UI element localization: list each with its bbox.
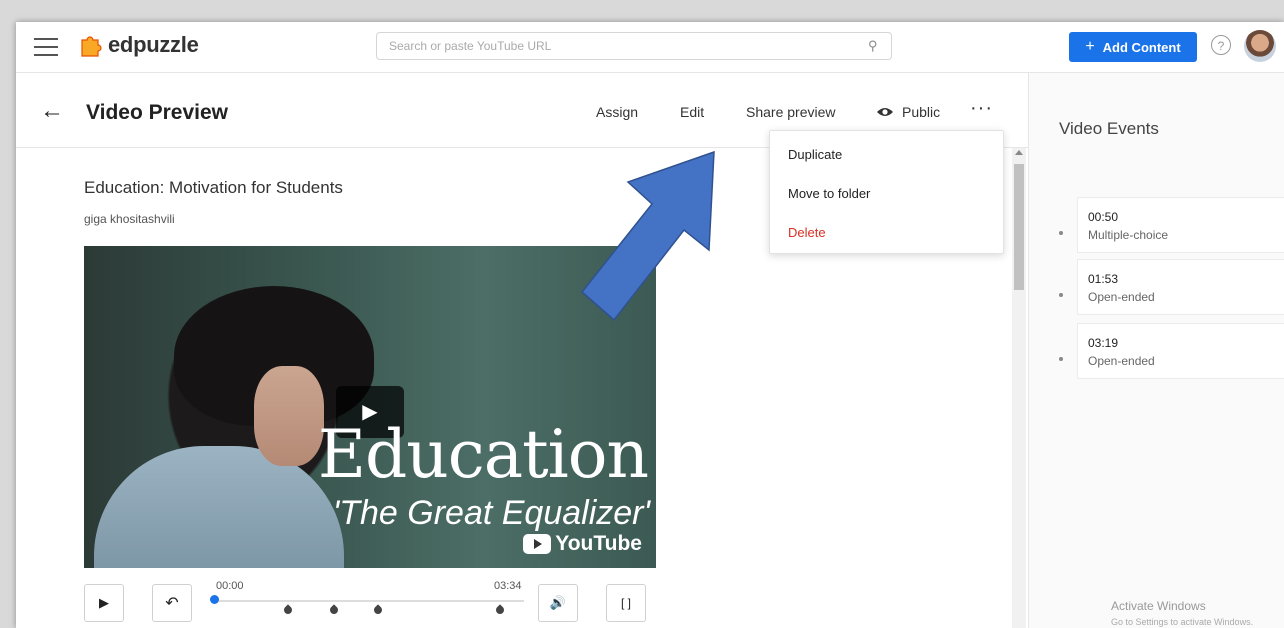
scrollbar-thumb[interactable] xyxy=(1014,164,1024,290)
video-player[interactable]: ▶ Education 'The Great Equalizer' YouTub… xyxy=(84,246,656,568)
add-content-button[interactable]: + Add Content xyxy=(1069,32,1197,62)
event-time: 00:50 xyxy=(1088,210,1119,224)
more-options-menu: Duplicate Move to folder Delete xyxy=(769,130,1004,254)
public-button[interactable]: Public xyxy=(902,104,940,120)
progress-track[interactable] xyxy=(212,600,524,602)
volume-button[interactable]: 🔊 xyxy=(538,584,578,622)
current-time: 00:00 xyxy=(216,580,244,592)
question-marker[interactable] xyxy=(372,604,384,616)
event-item[interactable]: 03:19 Open-ended xyxy=(1077,323,1284,379)
eye-icon xyxy=(877,108,893,116)
video-overlay-subtitle: 'The Great Equalizer' xyxy=(332,494,650,532)
page-title: Video Preview xyxy=(86,101,229,124)
question-marker[interactable] xyxy=(494,604,506,616)
event-time: 03:19 xyxy=(1088,336,1119,350)
avatar[interactable] xyxy=(1244,30,1276,62)
assign-button[interactable]: Assign xyxy=(596,104,638,120)
share-preview-button[interactable]: Share preview xyxy=(746,104,836,120)
app-window: edpuzzle ⚲ + Add Content ? ← Video Previ… xyxy=(16,22,1284,628)
puzzle-logo-icon xyxy=(81,36,102,57)
menu-item-delete[interactable]: Delete xyxy=(788,225,826,240)
logo[interactable]: edpuzzle xyxy=(78,32,199,58)
event-time: 01:53 xyxy=(1088,272,1119,286)
event-type: Multiple-choice xyxy=(1088,228,1169,242)
video-thumbnail-face xyxy=(254,366,324,466)
activate-windows-subtitle: Go to Settings to activate Windows. xyxy=(1111,617,1254,627)
question-marker[interactable] xyxy=(282,604,294,616)
plus-icon: + xyxy=(1085,38,1095,55)
search-icon[interactable]: ⚲ xyxy=(868,38,878,54)
video-events-panel: Video Events 00:50 Multiple-choice 01:53… xyxy=(1028,73,1284,628)
video-overlay-title: Education xyxy=(317,416,649,493)
event-item[interactable]: 01:53 Open-ended xyxy=(1077,259,1284,315)
youtube-logo: YouTube xyxy=(523,532,642,556)
event-item[interactable]: 00:50 Multiple-choice xyxy=(1077,197,1284,253)
timeline-dot xyxy=(1059,231,1063,235)
youtube-text: YouTube xyxy=(555,532,642,555)
add-content-label: Add Content xyxy=(1102,39,1181,55)
menu-item-move-to-folder[interactable]: Move to folder xyxy=(788,186,870,201)
timeline-dot xyxy=(1059,357,1063,361)
rewind-icon[interactable]: ↶ xyxy=(152,584,192,622)
fullscreen-icon[interactable]: [ ] xyxy=(606,584,646,622)
question-marker[interactable] xyxy=(328,604,340,616)
annotation-arrow-icon xyxy=(580,150,715,322)
more-options-icon[interactable]: ··· xyxy=(970,97,993,120)
youtube-icon xyxy=(523,534,552,554)
top-nav: edpuzzle ⚲ + Add Content ? xyxy=(16,22,1284,73)
logo-text: edpuzzle xyxy=(108,32,199,57)
event-type: Open-ended xyxy=(1088,290,1155,304)
video-author[interactable]: giga khositashvili xyxy=(84,212,175,226)
event-type: Open-ended xyxy=(1088,354,1155,368)
menu-item-duplicate[interactable]: Duplicate xyxy=(788,147,842,162)
video-thumbnail-figure xyxy=(94,446,344,568)
help-icon[interactable]: ? xyxy=(1211,35,1231,55)
edit-button[interactable]: Edit xyxy=(680,104,704,120)
search-input[interactable] xyxy=(376,32,892,60)
panel-title: Video Events xyxy=(1059,119,1159,138)
duration-time: 03:34 xyxy=(494,580,522,592)
scroll-up-icon[interactable] xyxy=(1015,150,1023,155)
activate-windows-title: Activate Windows xyxy=(1111,599,1206,613)
progress-knob[interactable] xyxy=(210,595,219,604)
menu-icon[interactable] xyxy=(34,34,58,56)
play-button[interactable]: ▶ xyxy=(84,584,124,622)
video-title: Education: Motivation for Students xyxy=(84,178,343,197)
back-arrow-icon[interactable]: ← xyxy=(40,97,64,125)
timeline-dot xyxy=(1059,293,1063,297)
